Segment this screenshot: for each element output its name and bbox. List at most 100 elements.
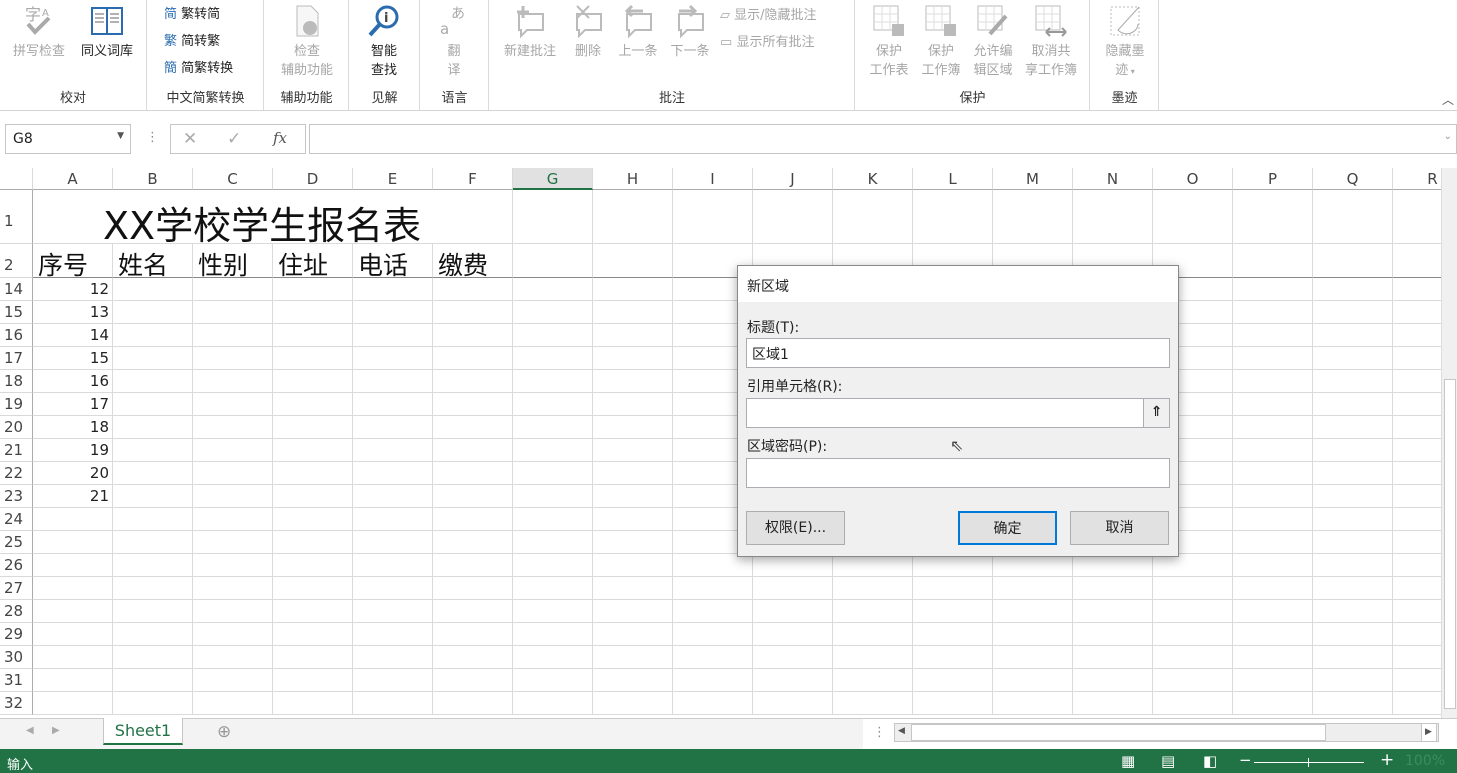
cell-B29[interactable] [113,623,193,646]
cell-R31[interactable] [1393,669,1441,692]
drag-handle-icon[interactable]: ⋮ [146,130,159,145]
cell-Q32[interactable] [1313,692,1393,715]
cell-N26[interactable] [1073,554,1153,577]
cell-A19[interactable]: 17 [33,393,113,416]
cell-R17[interactable] [1393,347,1441,370]
cell-Q23[interactable] [1313,485,1393,508]
row-header[interactable]: 26 [0,554,33,577]
column-header-E[interactable]: E [353,168,433,190]
cell-F17[interactable] [433,347,513,370]
collapse-ribbon-icon[interactable]: ︿ [1442,91,1454,108]
cell-D25[interactable] [273,531,353,554]
cell-F22[interactable] [433,462,513,485]
cell-D22[interactable] [273,462,353,485]
cell-E17[interactable] [353,347,433,370]
formula-input[interactable]: ⌄ [309,124,1457,154]
cell-E16[interactable] [353,324,433,347]
cell-R29[interactable] [1393,623,1441,646]
cell-E23[interactable] [353,485,433,508]
cell-B28[interactable] [113,600,193,623]
cell-E24[interactable] [353,508,433,531]
row-header[interactable]: 19 [0,393,33,416]
convert-button[interactable]: 簡 简繁转换 [164,57,233,76]
cell-M27[interactable] [993,577,1073,600]
delete-comment-button[interactable]: 删除 [568,0,608,61]
row-header[interactable]: 32 [0,692,33,715]
cell-Q21[interactable] [1313,439,1393,462]
cell-Q25[interactable] [1313,531,1393,554]
cell-Q29[interactable] [1313,623,1393,646]
column-header-D[interactable]: D [273,168,353,190]
to-simplified-button[interactable]: 简 繁转简 [164,3,220,22]
unshare-workbook-button[interactable]: 取消共 享工作簿 [1018,0,1084,80]
cell-H23[interactable] [593,485,673,508]
cell-J30[interactable] [753,646,833,669]
protect-sheet-button[interactable]: 保护 工作表 [864,0,914,80]
cell-Q28[interactable] [1313,600,1393,623]
row-header[interactable]: 23 [0,485,33,508]
scroll-right-icon[interactable]: ▶ [1421,723,1437,742]
cell-Q30[interactable] [1313,646,1393,669]
cell-P28[interactable] [1233,600,1313,623]
cell-A20[interactable]: 18 [33,416,113,439]
cell-K28[interactable] [833,600,913,623]
cell-B23[interactable] [113,485,193,508]
cell-J27[interactable] [753,577,833,600]
cell-B31[interactable] [113,669,193,692]
hide-ink-button[interactable]: 隐藏墨迹 ▾ [1097,0,1153,81]
cell-H20[interactable] [593,416,673,439]
cell-N31[interactable] [1073,669,1153,692]
cell-R19[interactable] [1393,393,1441,416]
cell-C15[interactable] [193,301,273,324]
cell-F21[interactable] [433,439,513,462]
normal-view-icon[interactable]: ▦ [1121,752,1135,770]
cell-H14[interactable] [593,278,673,301]
cell-P14[interactable] [1233,278,1313,301]
cell-C27[interactable] [193,577,273,600]
vertical-scrollbar[interactable] [1441,168,1457,718]
show-hide-comment-button[interactable]: ▱ 显示/隐藏批注 [720,4,817,23]
to-traditional-button[interactable]: 繁 简转繁 [164,30,220,49]
cell-D26[interactable] [273,554,353,577]
cell-O29[interactable] [1153,623,1233,646]
cell-Q20[interactable] [1313,416,1393,439]
page-break-icon[interactable]: ◧ [1203,752,1217,770]
cell-K29[interactable] [833,623,913,646]
cell-B16[interactable] [113,324,193,347]
insert-function-button[interactable]: fx [273,129,287,147]
row-header[interactable]: 25 [0,531,33,554]
cell-G31[interactable] [513,669,593,692]
cell-O1[interactable] [1153,190,1233,244]
row-header[interactable]: 18 [0,370,33,393]
cell-A22[interactable]: 20 [33,462,113,485]
cell-P19[interactable] [1233,393,1313,416]
cell-G32[interactable] [513,692,593,715]
cell-E29[interactable] [353,623,433,646]
cell-G29[interactable] [513,623,593,646]
cell-P29[interactable] [1233,623,1313,646]
cell-D18[interactable] [273,370,353,393]
collapse-dialog-icon[interactable]: ⇑ [1143,399,1169,427]
cell-P21[interactable] [1233,439,1313,462]
cell-P23[interactable] [1233,485,1313,508]
cell-D29[interactable] [273,623,353,646]
expand-icon[interactable]: ⌄ [1444,131,1452,142]
cell-R22[interactable] [1393,462,1441,485]
column-header-G[interactable]: G [513,168,593,190]
cell-L28[interactable] [913,600,993,623]
cell-G16[interactable] [513,324,593,347]
cell-H17[interactable] [593,347,673,370]
cell-M31[interactable] [993,669,1073,692]
cell-L29[interactable] [913,623,993,646]
title-input[interactable]: 区域1 [746,338,1170,368]
cell-B18[interactable] [113,370,193,393]
password-input[interactable] [746,458,1170,488]
cell-G14[interactable] [513,278,593,301]
cell-K30[interactable] [833,646,913,669]
cell-N28[interactable] [1073,600,1153,623]
column-header-I[interactable]: I [673,168,753,190]
cell-Q27[interactable] [1313,577,1393,600]
row-header[interactable]: 2 [0,244,33,278]
cell-P17[interactable] [1233,347,1313,370]
cell-R28[interactable] [1393,600,1441,623]
